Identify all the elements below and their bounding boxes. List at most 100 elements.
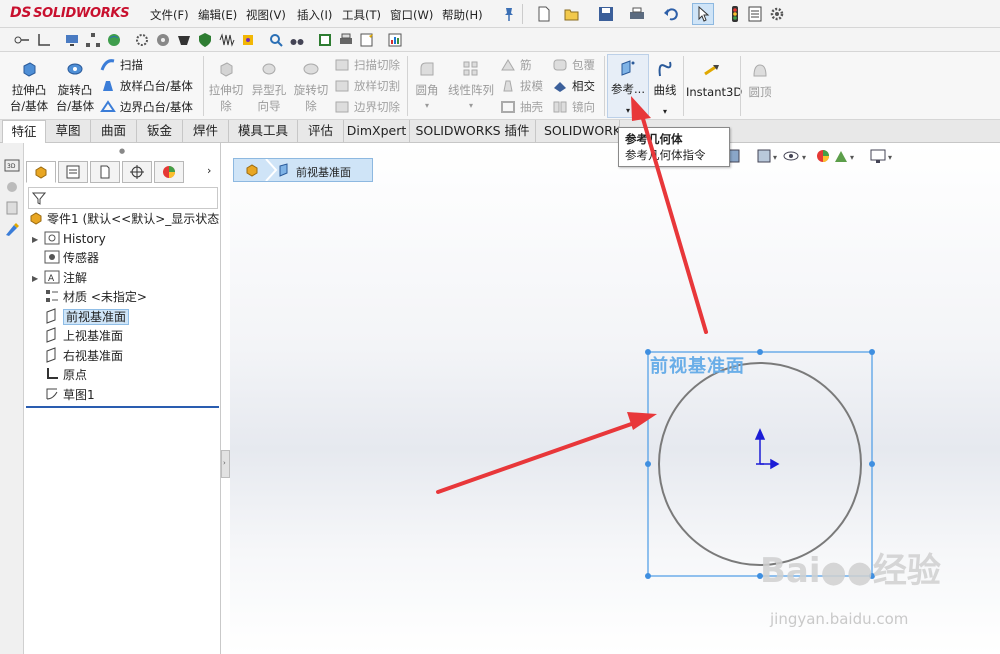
- tab-display-manager[interactable]: [154, 161, 184, 183]
- instant3d-button[interactable]: Instant3D: [686, 62, 742, 100]
- fillet-button[interactable]: 圆角 ▾: [410, 60, 444, 114]
- tree-item-right-plane[interactable]: 右视基准面: [44, 347, 123, 366]
- monitor-icon[interactable]: [64, 32, 80, 48]
- reference-geometry-dropdown-caret[interactable]: ▾: [608, 103, 648, 119]
- tree-item-annotations[interactable]: A 注解: [44, 269, 87, 288]
- file-properties-icon[interactable]: [746, 5, 764, 23]
- tree-item-sketch1[interactable]: 草图1: [44, 386, 95, 405]
- tab-solidworks-addins[interactable]: SOLIDWORKS 插件: [410, 120, 536, 143]
- key-icon[interactable]: [14, 32, 30, 48]
- curves-dropdown-caret[interactable]: ▾: [650, 104, 680, 120]
- loft-boss-button[interactable]: 放样凸台/基体: [100, 77, 193, 95]
- menu-window[interactable]: 窗口(W): [390, 7, 433, 23]
- tab-mold-tools[interactable]: 模具工具: [229, 120, 298, 143]
- tab-solidworks[interactable]: SOLIDWORKS: [536, 120, 620, 143]
- tab-dimxpert-manager[interactable]: [122, 161, 152, 183]
- globe-icon[interactable]: [106, 32, 122, 48]
- tree-item-front-plane[interactable]: 前视基准面: [44, 308, 130, 327]
- plane-icon: [46, 347, 56, 363]
- undo-icon[interactable]: [662, 5, 680, 23]
- lofted-cut-button[interactable]: 放样切割: [334, 77, 400, 95]
- wrap-button[interactable]: 包覆: [552, 56, 595, 74]
- print-icon[interactable]: [628, 5, 646, 23]
- linear-pattern-dropdown-caret[interactable]: ▾: [446, 98, 496, 114]
- search-icon[interactable]: [268, 32, 284, 48]
- tab-dimxpert[interactable]: DimXpert: [344, 120, 410, 143]
- revolve-cut-button[interactable]: 旋转切 除: [290, 60, 332, 114]
- bucket-icon[interactable]: [176, 32, 192, 48]
- plugin-icon[interactable]: [240, 32, 256, 48]
- tab-property-manager[interactable]: [58, 161, 88, 183]
- report-icon[interactable]: [387, 32, 403, 48]
- tab-features[interactable]: 特征: [2, 120, 46, 143]
- rib-button[interactable]: 筋: [500, 56, 532, 74]
- tree-filter-box[interactable]: [28, 187, 218, 209]
- tab-configuration-manager[interactable]: [90, 161, 120, 183]
- boundary-boss-button[interactable]: 边界凸台/基体: [100, 98, 193, 116]
- tab-weldments[interactable]: 焊件: [183, 120, 229, 143]
- tree-item-sensors[interactable]: 传感器: [44, 249, 99, 268]
- tab-sheet-metal[interactable]: 钣金: [137, 120, 183, 143]
- tabs-scroll-right-icon[interactable]: ›: [207, 164, 211, 177]
- menu-view[interactable]: 视图(V): [246, 7, 286, 23]
- reference-geometry-button[interactable]: 参考... ▾: [607, 54, 649, 118]
- settings-gear-icon[interactable]: [134, 32, 150, 48]
- tab-surfaces[interactable]: 曲面: [91, 120, 137, 143]
- options-gear-icon[interactable]: [768, 5, 786, 23]
- intersect-button[interactable]: 相交: [552, 77, 595, 95]
- network-icon[interactable]: [85, 32, 101, 48]
- swept-cut-button[interactable]: 扫描切除: [334, 56, 400, 74]
- select-button[interactable]: [692, 3, 714, 25]
- appearance-icon[interactable]: [4, 179, 20, 195]
- custom-properties-icon[interactable]: [4, 221, 20, 237]
- tree-item-history[interactable]: History: [44, 230, 106, 249]
- menu-help[interactable]: 帮助(H): [442, 7, 483, 23]
- menu-file[interactable]: 文件(F): [150, 7, 189, 23]
- printer-icon[interactable]: [338, 32, 354, 48]
- save-icon[interactable]: [597, 5, 615, 23]
- revolve-boss-button[interactable]: 旋转凸 台/基体: [54, 60, 96, 114]
- assembly-icon[interactable]: [155, 32, 171, 48]
- extrude-boss-button[interactable]: 拉伸凸 台/基体: [8, 60, 50, 114]
- mirror-button[interactable]: 镜向: [552, 98, 595, 116]
- menu-tools[interactable]: 工具(T): [342, 7, 381, 23]
- draft-button[interactable]: 拔模: [500, 77, 543, 95]
- tab-feature-tree[interactable]: [26, 161, 56, 183]
- tree-item-material[interactable]: 材质 <未指定>: [44, 288, 147, 307]
- graphics-area[interactable]: 前视基准面 ▾ ▾ ▾ ▾ 前视基准面 Bai●●经验 jingyan.baid…: [230, 143, 1000, 654]
- 3d-view-icon[interactable]: 3D: [4, 157, 20, 173]
- menu-edit[interactable]: 编辑(E): [198, 7, 237, 23]
- pin-icon[interactable]: [500, 5, 518, 23]
- new-document-icon[interactable]: [535, 5, 553, 23]
- annotations-expand-arrow[interactable]: ▶: [32, 274, 38, 283]
- shield-icon[interactable]: [197, 32, 213, 48]
- history-expand-arrow[interactable]: ▶: [32, 235, 38, 244]
- boundary-cut-button[interactable]: 边界切除: [334, 98, 400, 116]
- curves-button[interactable]: 曲线 ▾: [650, 60, 680, 120]
- hole-wizard-button[interactable]: 异型孔 向导: [248, 60, 290, 114]
- dome-button[interactable]: 圆顶: [743, 62, 777, 100]
- fillet-dropdown-caret[interactable]: ▾: [410, 98, 444, 114]
- spring-icon[interactable]: [219, 32, 235, 48]
- drawing-sheet-icon[interactable]: [317, 32, 333, 48]
- open-folder-icon[interactable]: [563, 5, 581, 23]
- rollback-bar[interactable]: [26, 406, 219, 408]
- tree-root-part[interactable]: 零件1 (默认<<默认>_显示状态: [28, 210, 219, 229]
- rebuild-traffic-light-icon[interactable]: [726, 5, 744, 23]
- linear-pattern-button[interactable]: 线性阵列 ▾: [446, 60, 496, 114]
- tree-item-origin[interactable]: 原点: [44, 366, 87, 385]
- splitter-collapse-handle[interactable]: ›: [221, 450, 230, 478]
- document-recovery-icon[interactable]: [4, 200, 20, 216]
- sketch-line-icon[interactable]: [36, 32, 52, 48]
- menu-insert[interactable]: 插入(I): [297, 7, 332, 23]
- panel-grip-icon[interactable]: ●: [119, 147, 125, 155]
- tab-evaluate[interactable]: 评估: [298, 120, 344, 143]
- shell-button[interactable]: 抽壳: [500, 98, 543, 116]
- tree-item-top-plane[interactable]: 上视基准面: [44, 327, 123, 346]
- binoculars-icon[interactable]: [289, 32, 305, 48]
- sweep-button[interactable]: 扫描: [100, 56, 143, 74]
- document-edit-icon[interactable]: [359, 32, 375, 48]
- extrude-cut-button[interactable]: 拉伸切 除: [206, 60, 246, 114]
- tab-sketch[interactable]: 草图: [46, 120, 91, 143]
- panel-splitter[interactable]: [221, 143, 230, 654]
